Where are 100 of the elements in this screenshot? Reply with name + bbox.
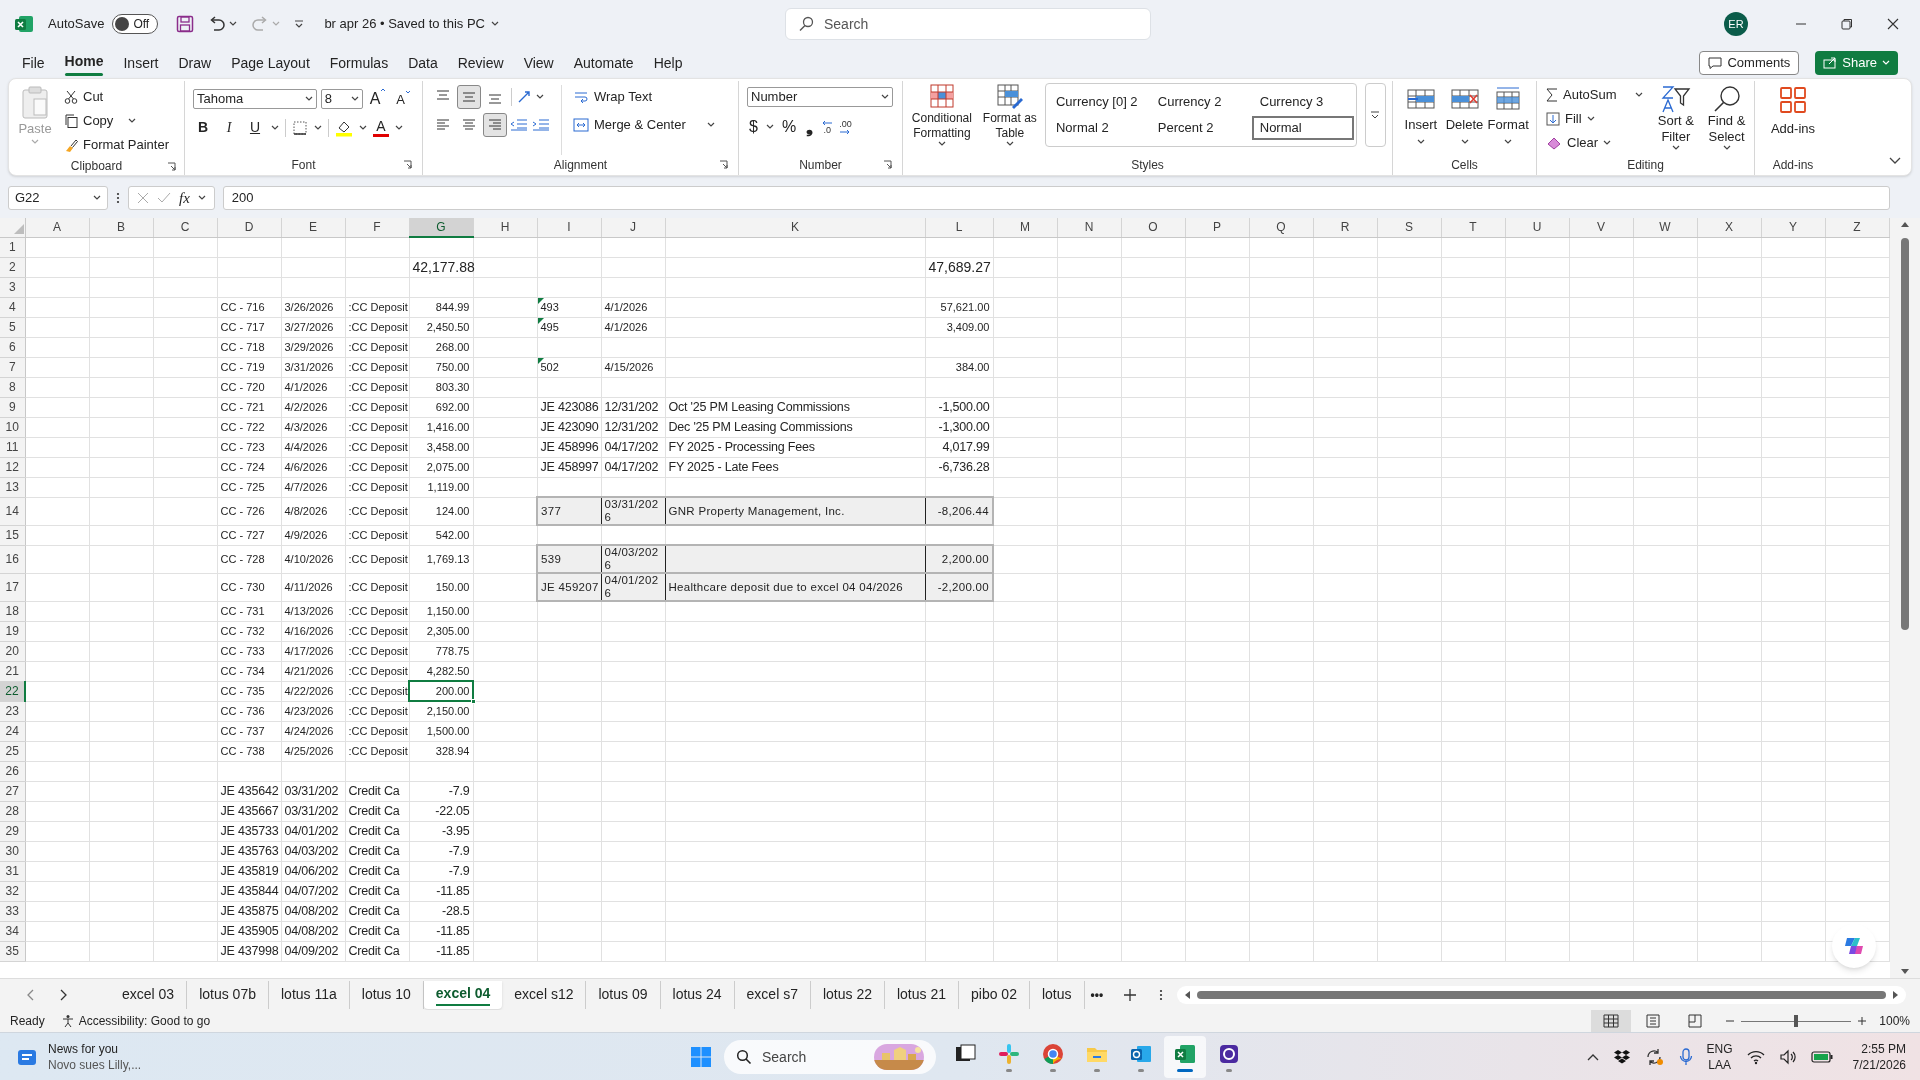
dialog-launcher-icon[interactable] xyxy=(883,160,892,169)
row-header[interactable]: 2 xyxy=(0,257,25,277)
horizontal-scrollbar[interactable] xyxy=(1177,985,1906,1004)
row-header[interactable]: 21 xyxy=(0,661,25,681)
column-header[interactable]: U xyxy=(1505,218,1569,237)
scrollbar-thumb[interactable] xyxy=(1901,238,1909,630)
column-header[interactable]: M xyxy=(993,218,1057,237)
error-indicator-icon[interactable] xyxy=(537,357,544,364)
row-header[interactable]: 4 xyxy=(0,297,25,317)
customize-icon[interactable] xyxy=(294,19,305,29)
menu-tab[interactable]: Formulas xyxy=(319,50,399,76)
caret-icon[interactable] xyxy=(1722,145,1731,151)
restore-icon[interactable] xyxy=(1841,18,1853,30)
column-header[interactable]: B xyxy=(89,218,153,237)
caret-icon[interactable] xyxy=(304,96,313,102)
volume-icon[interactable] xyxy=(1778,1048,1797,1065)
sheet-tab[interactable]: lotus 11a xyxy=(269,980,350,1009)
more-options-icon[interactable] xyxy=(1159,988,1164,1001)
sheet-tab[interactable]: excel 04 xyxy=(423,980,503,1009)
format-button[interactable]: Format xyxy=(1486,87,1530,155)
underline-button[interactable]: U xyxy=(245,117,265,138)
column-header[interactable]: H xyxy=(473,218,537,237)
number-format-dropdown[interactable]: Number xyxy=(747,87,893,107)
caret-icon[interactable] xyxy=(1603,140,1612,146)
column-header[interactable]: D xyxy=(217,218,281,237)
autosave-toggle[interactable]: Off xyxy=(112,14,159,34)
row-header[interactable]: 5 xyxy=(0,317,25,337)
taskbar-search-field[interactable]: Search xyxy=(724,1040,936,1074)
row-header[interactable]: 10 xyxy=(0,417,25,437)
row-header[interactable]: 14 xyxy=(0,497,25,525)
caret-icon[interactable] xyxy=(395,124,403,131)
caret-icon[interactable] xyxy=(1005,141,1014,147)
error-indicator-icon[interactable] xyxy=(537,317,544,324)
column-header[interactable]: L xyxy=(925,218,993,237)
column-header[interactable]: P xyxy=(1185,218,1249,237)
menu-tab[interactable]: View xyxy=(513,50,564,76)
grow-font-button[interactable]: A xyxy=(366,87,390,111)
column-header[interactable]: Z xyxy=(1825,218,1889,237)
caret-icon[interactable] xyxy=(1586,116,1595,122)
comments-button[interactable]: Comments xyxy=(1699,51,1800,75)
column-header[interactable]: J xyxy=(601,218,665,237)
column-header[interactable]: G xyxy=(409,218,473,237)
row-header[interactable]: 29 xyxy=(0,821,25,841)
formula-input[interactable]: 200 xyxy=(222,186,1890,210)
column-header[interactable]: O xyxy=(1121,218,1185,237)
align-button[interactable] xyxy=(483,113,507,137)
menu-tab[interactable]: Automate xyxy=(563,50,644,76)
insert-function-button[interactable]: fx xyxy=(179,186,190,210)
row-header[interactable]: 3 xyxy=(0,277,25,297)
zoom-in-icon[interactable] xyxy=(1857,1016,1868,1026)
sheet-tab[interactable]: pibo 02 xyxy=(959,980,1030,1009)
column-header[interactable]: Q xyxy=(1249,218,1313,237)
find-select-button[interactable]: Find & Select xyxy=(1705,83,1748,155)
row-header[interactable]: 1 xyxy=(0,237,25,257)
row-header[interactable]: 6 xyxy=(0,337,25,357)
row-header[interactable]: 12 xyxy=(0,457,25,477)
caret-icon[interactable] xyxy=(128,118,137,124)
menu-tab[interactable]: Review xyxy=(447,50,514,76)
close-icon[interactable] xyxy=(1887,18,1899,30)
menu-tab[interactable]: File xyxy=(12,50,55,76)
sheet-tab[interactable]: lotus xyxy=(1029,980,1085,1009)
font-color-button[interactable]: A xyxy=(373,118,389,137)
account-avatar[interactable]: ER xyxy=(1724,12,1748,36)
share-button[interactable]: Share xyxy=(1815,51,1898,75)
menu-tab[interactable]: Insert xyxy=(113,50,169,76)
undo-icon[interactable] xyxy=(208,16,227,32)
add-sheet-icon[interactable] xyxy=(1123,987,1138,1002)
windows-start-icon[interactable] xyxy=(689,1045,713,1069)
caret-icon[interactable] xyxy=(937,141,946,147)
row-header[interactable]: 30 xyxy=(0,841,25,861)
caret-icon[interactable] xyxy=(536,94,544,100)
row-header[interactable]: 31 xyxy=(0,861,25,881)
dialog-launcher-icon[interactable] xyxy=(167,162,176,171)
row-header[interactable]: 24 xyxy=(0,721,25,741)
sheet-tab[interactable]: lotus 09 xyxy=(586,980,661,1009)
caret-icon[interactable] xyxy=(1416,138,1425,145)
row-header[interactable]: 20 xyxy=(0,641,25,661)
merge-center-button[interactable]: Merge & Center xyxy=(570,113,718,137)
caret-icon[interactable] xyxy=(229,21,238,27)
name-box[interactable]: G22 xyxy=(8,186,108,210)
caret-icon[interactable] xyxy=(271,124,279,131)
autosum-button[interactable]: AutoSum xyxy=(1543,83,1647,107)
row-header[interactable]: 27 xyxy=(0,781,25,801)
fill-button[interactable]: Fill xyxy=(1543,107,1647,131)
format-as-table-button[interactable]: Format as Table xyxy=(982,83,1037,155)
column-header[interactable]: K xyxy=(665,218,925,237)
column-header[interactable]: T xyxy=(1441,218,1505,237)
search-field[interactable]: Search xyxy=(785,8,1151,40)
shrink-font-button[interactable]: A xyxy=(393,88,414,110)
more-options-icon[interactable] xyxy=(116,192,120,204)
conditional-formatting-button[interactable]: Conditional Formatting xyxy=(909,83,975,155)
menu-tab[interactable]: Help xyxy=(643,50,693,76)
vertical-scrollbar[interactable] xyxy=(1890,218,1920,978)
column-header[interactable]: V xyxy=(1569,218,1633,237)
borders-icon[interactable] xyxy=(292,119,308,136)
wifi-icon[interactable] xyxy=(1746,1048,1765,1065)
microphone-icon[interactable] xyxy=(1678,1047,1693,1066)
column-header[interactable]: S xyxy=(1377,218,1441,237)
row-header[interactable]: 17 xyxy=(0,573,25,601)
sheet-tab[interactable]: lotus 21 xyxy=(884,980,959,1009)
